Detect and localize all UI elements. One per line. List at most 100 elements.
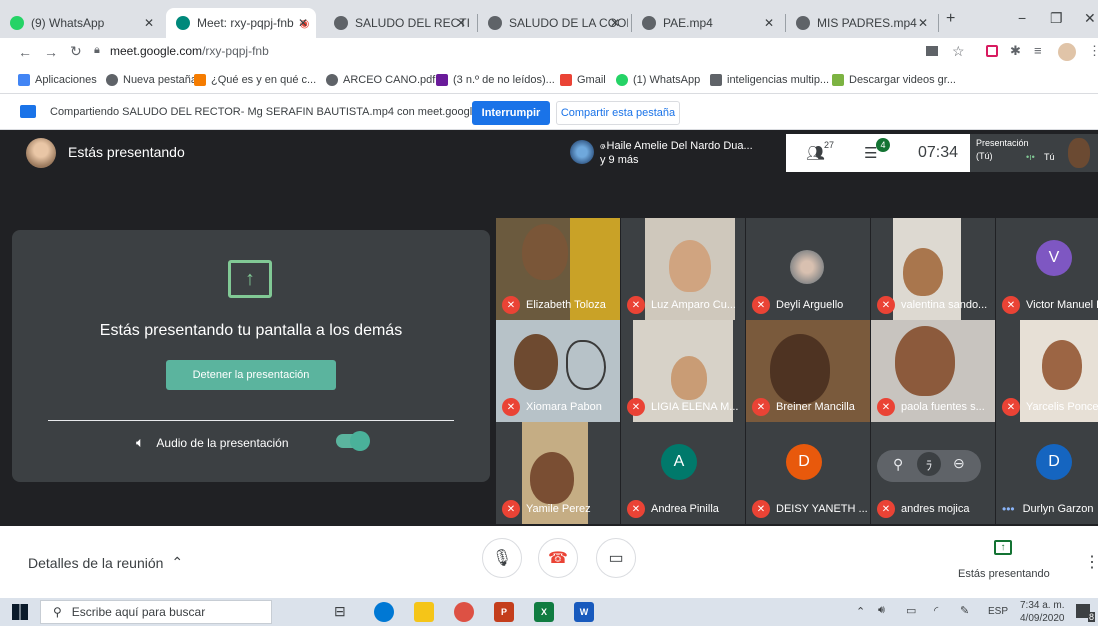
minimize-button[interactable]: − bbox=[1018, 10, 1026, 26]
you-label: Tú bbox=[1044, 152, 1055, 162]
avatar-letter: D bbox=[1036, 444, 1072, 480]
meeting-controls-bar: Detalles de la reunión ⌃ 🎙︎ ☎︎ ▭ ↑ Estás… bbox=[0, 526, 1098, 598]
participant-tile[interactable]: ✕ valentina sando... bbox=[871, 218, 995, 320]
bookmark-descargar-videos[interactable]: Descargar videos gr... bbox=[832, 74, 956, 86]
participant-tile[interactable]: ✕ LIGIA ELENA M... bbox=[621, 320, 745, 422]
bookmark-label: Gmail bbox=[577, 74, 606, 86]
taskbar-time[interactable]: 7:34 a. m. bbox=[1020, 600, 1064, 611]
participant-name: valentina sando... bbox=[901, 299, 988, 311]
pen-icon[interactable]: ✎ bbox=[960, 604, 969, 617]
windows-start-icon[interactable] bbox=[12, 604, 28, 620]
taskbar-date[interactable]: 4/09/2020 bbox=[1020, 613, 1065, 624]
people-icon[interactable]: 👥︎ bbox=[806, 144, 825, 162]
mic-off-icon: ✕ bbox=[1002, 398, 1020, 416]
task-view-icon[interactable]: ⊟ bbox=[334, 603, 346, 620]
pin-icon[interactable]: ⚲ bbox=[893, 456, 903, 473]
bookmark-whatsapp[interactable]: (1) WhatsApp bbox=[616, 74, 700, 86]
maximize-button[interactable]: ❐ bbox=[1050, 10, 1063, 27]
participant-tile[interactable]: ✕ Luz Amparo Cu... bbox=[621, 218, 745, 320]
input-language[interactable]: ESP bbox=[988, 606, 1008, 617]
url-field[interactable]: meet.google.com/rxy-pqpj-fnb bbox=[110, 44, 269, 58]
lock-icon[interactable]: 🔒︎ bbox=[94, 44, 100, 57]
presenter-chip[interactable]: ဇHaile Amelie Del Nardo Dua... y 9 más bbox=[562, 134, 786, 172]
tab-meet[interactable]: Meet: rxy-pqpj-fnb ◉ ✕ bbox=[166, 8, 316, 38]
leave-call-button[interactable]: ☎︎ bbox=[538, 538, 578, 578]
media-queue-icon[interactable]: ≡ bbox=[1034, 43, 1042, 58]
bookmark-gmail[interactable]: Gmail bbox=[560, 74, 606, 86]
tab-whatsapp[interactable]: (9) WhatsApp ✕ bbox=[0, 8, 162, 38]
star-icon[interactable]: ☆ bbox=[952, 43, 965, 60]
participant-tile[interactable]: ✕ paola fuentes s... bbox=[871, 320, 995, 422]
interrupt-button[interactable]: Interrumpir bbox=[472, 101, 550, 125]
excel-icon[interactable]: X bbox=[534, 602, 554, 622]
present-now-icon[interactable]: ↑ bbox=[994, 540, 1012, 555]
mic-off-icon: ✕ bbox=[627, 296, 645, 314]
participant-name: paola fuentes s... bbox=[901, 401, 985, 413]
camera-button[interactable]: ▭ bbox=[596, 538, 636, 578]
file-explorer-icon[interactable] bbox=[414, 602, 434, 622]
participant-tile[interactable]: ✕ Elizabeth Toloza bbox=[496, 218, 620, 320]
participant-tile[interactable]: ✕ Yarcelis Poncel bbox=[996, 320, 1098, 422]
tab-saludo-coord[interactable]: SALUDO DE LA COORD ✕ bbox=[478, 8, 628, 38]
presentation-audio-toggle[interactable] bbox=[336, 431, 370, 451]
puzzle-icon[interactable]: ✱ bbox=[1010, 43, 1021, 59]
bookmark-no-leidos[interactable]: (3 n.º de no leídos)... bbox=[436, 74, 555, 86]
bookmark-inteligencias[interactable]: inteligencias multip... bbox=[710, 74, 829, 86]
participant-tile[interactable]: ✕ Yamile Perez bbox=[496, 422, 620, 524]
taskbar-search[interactable]: ⚲ Escribe aquí para buscar bbox=[40, 600, 272, 624]
powerpoint-icon[interactable]: P bbox=[494, 602, 514, 622]
word-icon[interactable]: W bbox=[574, 602, 594, 622]
bookmark-que-es[interactable]: ¿Qué es y en qué c... bbox=[194, 74, 316, 86]
tab-mis-padres[interactable]: MIS PADRES.mp4 ✕ bbox=[786, 8, 936, 38]
close-tab-icon[interactable]: ✕ bbox=[298, 16, 308, 30]
close-tab-icon[interactable]: ✕ bbox=[144, 16, 154, 30]
participant-tile[interactable]: D ✕ DEISY YANETH ... bbox=[746, 422, 870, 524]
more-options-icon[interactable]: ⋮ bbox=[1084, 552, 1098, 572]
bookmark-apps[interactable]: Aplicaciones bbox=[18, 74, 97, 86]
wifi-icon[interactable]: ◜ bbox=[934, 604, 938, 617]
participant-tile[interactable]: ✕ Deyli Arguello bbox=[746, 218, 870, 320]
close-tab-icon[interactable]: ✕ bbox=[456, 16, 466, 30]
battery-icon[interactable]: ▭ bbox=[906, 604, 916, 617]
tab-saludo-rector[interactable]: SALUDO DEL RECTI ✕ bbox=[324, 8, 474, 38]
remove-participant-icon[interactable]: ⊖ bbox=[953, 455, 965, 472]
participant-tile[interactable]: ✕ Breiner Mancilla bbox=[746, 320, 870, 422]
close-tab-icon[interactable]: ✕ bbox=[764, 16, 774, 30]
participant-tile[interactable]: ✕ Xiomara Pabon bbox=[496, 320, 620, 422]
self-view-tile[interactable]: Presentación (Tú) •ı• Tú bbox=[970, 134, 1098, 172]
more-menu-icon[interactable]: ⋮ bbox=[1088, 43, 1098, 59]
bookmark-arceo-cano[interactable]: ARCEO CANO.pdf bbox=[326, 74, 435, 86]
share-this-tab-button[interactable]: Compartir esta pestaña bbox=[556, 101, 680, 125]
microphone-button[interactable]: 🎙︎ bbox=[482, 538, 522, 578]
extension-pocket-icon[interactable] bbox=[986, 45, 998, 57]
back-arrow-icon[interactable]: ← bbox=[18, 44, 32, 60]
forward-arrow-icon[interactable]: → bbox=[44, 44, 58, 60]
reload-icon[interactable]: ↻ bbox=[70, 43, 82, 60]
apps-grid-icon bbox=[18, 74, 30, 86]
mute-participant-icon[interactable]: ﾗ bbox=[917, 452, 941, 476]
camera-icon[interactable] bbox=[926, 46, 938, 56]
profile-avatar[interactable] bbox=[1058, 43, 1076, 61]
participant-tile[interactable]: V ✕ Victor Manuel H bbox=[996, 218, 1098, 320]
bookmark-nueva-pestana[interactable]: Nueva pestaña bbox=[106, 74, 197, 86]
new-tab-button[interactable]: + bbox=[946, 10, 955, 28]
participant-tile[interactable]: ⚲ ﾗ ⊖ ✕ andres mojica bbox=[871, 422, 995, 524]
meeting-details-toggle[interactable]: Detalles de la reunión ⌃ bbox=[28, 554, 183, 571]
microphone-icon: 🎙︎ bbox=[491, 550, 513, 567]
close-tab-icon[interactable]: ✕ bbox=[610, 16, 620, 30]
stop-presenting-button[interactable]: Detener la presentación bbox=[166, 360, 336, 390]
chevron-up-icon[interactable]: ⌃ bbox=[856, 605, 865, 618]
participant-tile[interactable]: D ••• Durlyn Garzon bbox=[996, 422, 1098, 524]
participant-tile[interactable]: A ✕ Andrea Pinilla bbox=[621, 422, 745, 524]
tab-pae[interactable]: PAE.mp4 ✕ bbox=[632, 8, 782, 38]
globe-icon bbox=[106, 74, 118, 86]
volume-icon[interactable]: 🔊︎ bbox=[878, 604, 885, 617]
close-tab-icon[interactable]: ✕ bbox=[918, 16, 928, 30]
edge-icon[interactable] bbox=[374, 602, 394, 622]
whatsapp-icon bbox=[616, 74, 628, 86]
tab-title: SALUDO DEL RECTI bbox=[355, 16, 470, 30]
chrome-icon[interactable] bbox=[454, 602, 474, 622]
close-window-button[interactable]: ✕ bbox=[1084, 10, 1096, 27]
whatsapp-icon bbox=[10, 16, 24, 30]
presenting-footer-label[interactable]: Estás presentando bbox=[958, 568, 1050, 580]
